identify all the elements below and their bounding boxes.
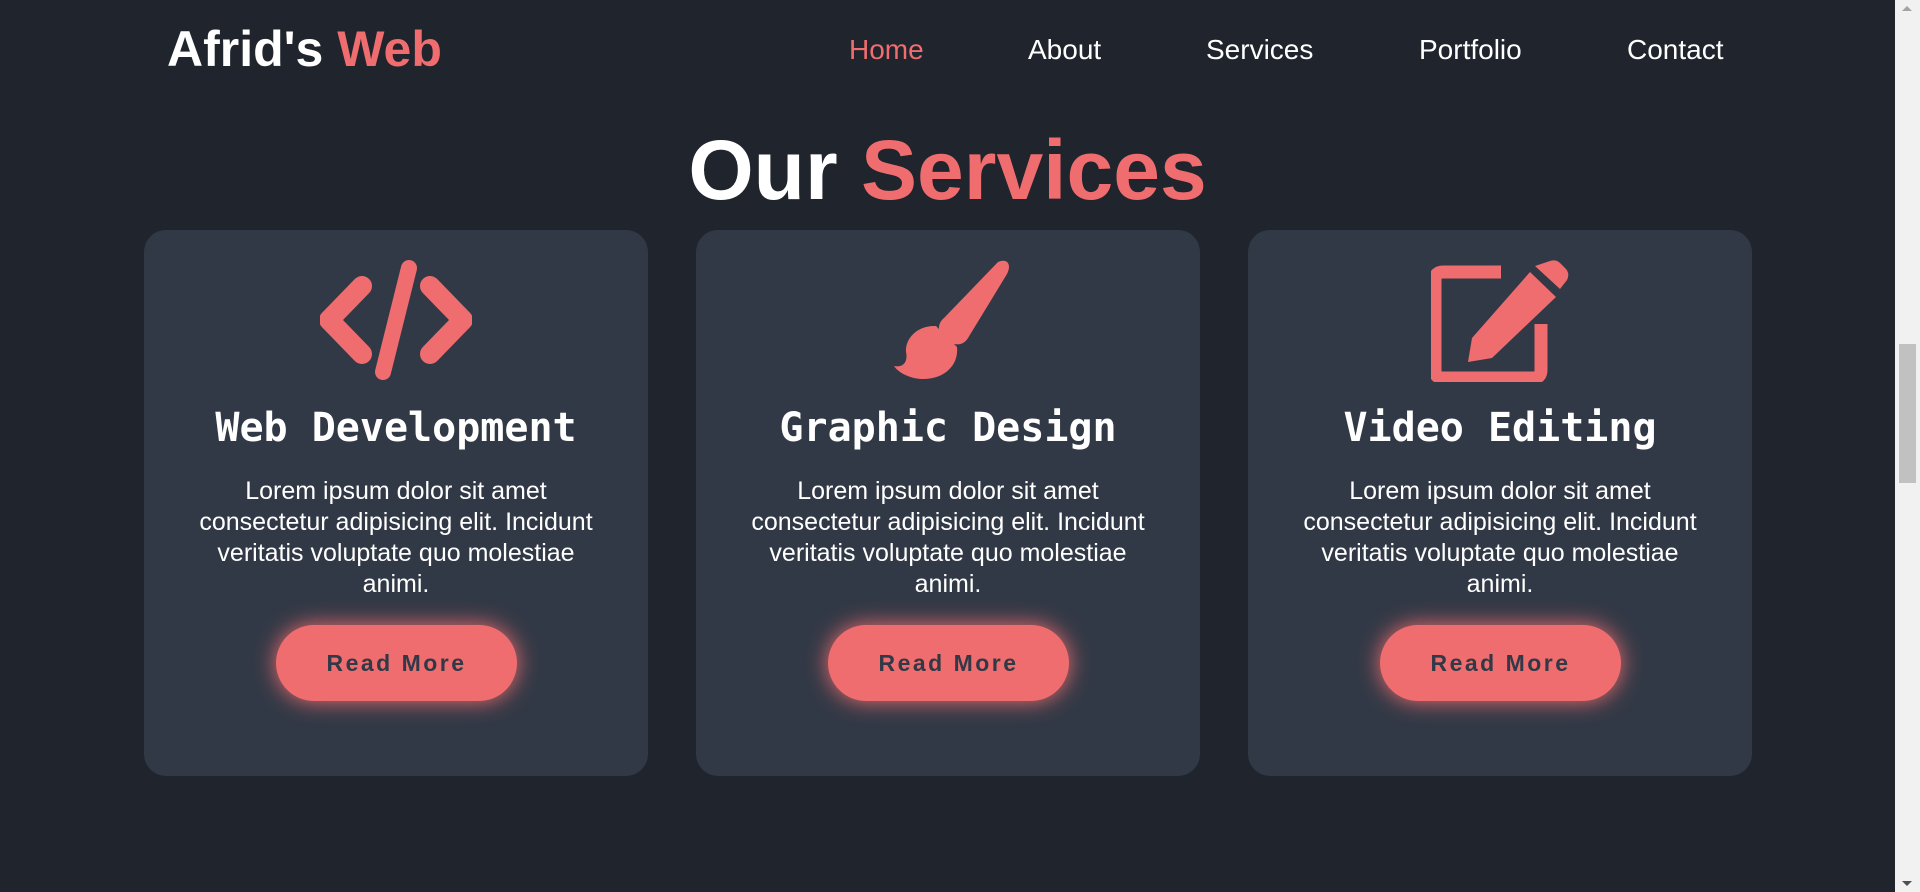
scroll-down-arrow-icon[interactable] [1902, 881, 1912, 886]
nav-services-link[interactable]: Services [1206, 30, 1313, 70]
read-more-button[interactable]: Read More [1380, 625, 1621, 701]
paintbrush-icon [696, 255, 1200, 385]
edit-icon [1248, 255, 1752, 385]
nav-about-link[interactable]: About [1028, 30, 1101, 70]
read-more-button[interactable]: Read More [828, 625, 1069, 701]
read-more-button[interactable]: Read More [276, 625, 517, 701]
service-title: Graphic Design [779, 405, 1117, 451]
service-description: Lorem ipsum dolor sit amet consectetur a… [1303, 477, 1697, 598]
service-card-video-editing: Video Editing Lorem ipsum dolor sit amet… [1248, 230, 1752, 776]
service-title: Web Development [215, 405, 577, 451]
code-icon [144, 255, 648, 385]
service-card-graphic-design: Graphic Design Lorem ipsum dolor sit ame… [696, 230, 1200, 776]
nav-home-link[interactable]: Home [849, 30, 924, 70]
vertical-scrollbar[interactable] [1895, 0, 1920, 892]
service-title: Video Editing [1343, 405, 1657, 451]
main-nav: Home About Services Portfolio Contact [0, 30, 1895, 70]
section-heading-accent: Services [861, 123, 1207, 217]
scrollbar-thumb[interactable] [1899, 344, 1916, 483]
service-card-web-development: Web Development Lorem ipsum dolor sit am… [144, 230, 648, 776]
header: Afrid's Web Home About Services Portfoli… [0, 0, 1895, 100]
scroll-up-arrow-icon[interactable] [1902, 6, 1912, 11]
nav-contact-link[interactable]: Contact [1627, 30, 1724, 70]
section-heading-main: Our [688, 123, 862, 217]
nav-portfolio-link[interactable]: Portfolio [1419, 30, 1522, 70]
service-description: Lorem ipsum dolor sit amet consectetur a… [751, 477, 1145, 598]
section-heading: Our Services [0, 120, 1895, 220]
service-description: Lorem ipsum dolor sit amet consectetur a… [199, 477, 593, 598]
